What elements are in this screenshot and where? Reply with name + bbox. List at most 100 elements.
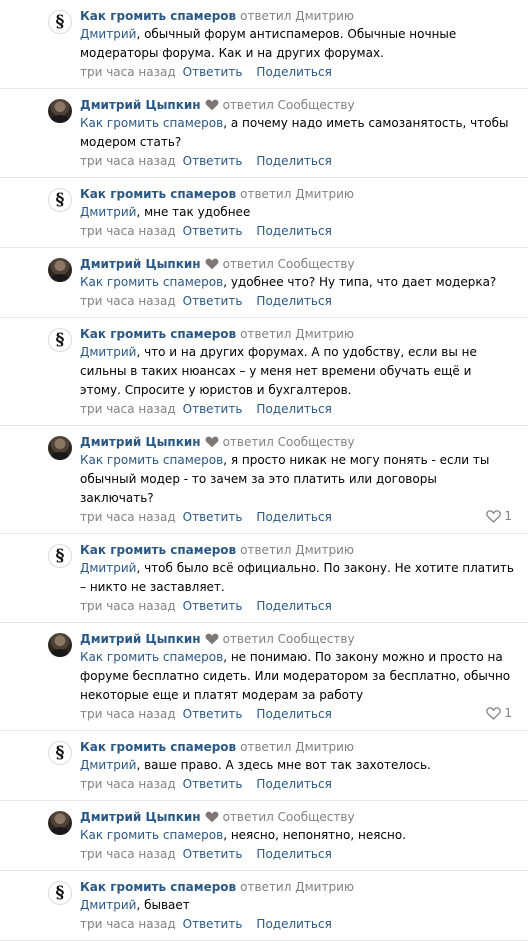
reply-target[interactable]: Дмитрию: [295, 543, 354, 557]
comment-text: Как громить спамеров, а почему надо имет…: [80, 113, 514, 152]
comment-text: Дмитрий, обычный форум антиспамеров. Обы…: [80, 24, 514, 63]
timestamp[interactable]: три часа назад: [80, 510, 176, 524]
author-name[interactable]: Дмитрий Цыпкин: [80, 98, 201, 112]
share-button[interactable]: Поделиться: [256, 224, 331, 238]
comment-body: , чтоб было всё официально. По закону. Н…: [80, 561, 514, 594]
mention-link[interactable]: Дмитрий: [80, 561, 136, 575]
reply-button[interactable]: Ответить: [183, 599, 243, 613]
share-button[interactable]: Поделиться: [256, 294, 331, 308]
comment-body: , что и на других форумах. А по удобству…: [80, 345, 477, 397]
timestamp[interactable]: три часа назад: [80, 154, 176, 168]
author-name[interactable]: Как громить спамеров: [80, 327, 236, 341]
timestamp[interactable]: три часа назад: [80, 917, 176, 931]
reply-button[interactable]: Ответить: [183, 510, 243, 524]
share-button[interactable]: Поделиться: [256, 154, 331, 168]
reply-button[interactable]: Ответить: [183, 707, 243, 721]
mention-link[interactable]: Дмитрий: [80, 758, 136, 772]
timestamp[interactable]: три часа назад: [80, 777, 176, 791]
reply-button[interactable]: Ответить: [183, 154, 243, 168]
replied-prefix: ответил: [240, 187, 292, 201]
paragraph-icon[interactable]: §: [48, 328, 72, 352]
share-button[interactable]: Поделиться: [256, 917, 331, 931]
share-button[interactable]: Поделиться: [256, 599, 331, 613]
timestamp[interactable]: три часа назад: [80, 847, 176, 861]
heart-outline-icon: [486, 707, 502, 720]
reply-target[interactable]: Сообществу: [278, 257, 355, 271]
share-button[interactable]: Поделиться: [256, 847, 331, 861]
reply-button[interactable]: Ответить: [183, 294, 243, 308]
author-name[interactable]: Как громить спамеров: [80, 187, 236, 201]
reply-target[interactable]: Сообществу: [278, 435, 355, 449]
comment-text: Дмитрий, что и на других форумах. А по у…: [80, 342, 514, 400]
reply-button[interactable]: Ответить: [183, 777, 243, 791]
heart-badge-icon: [205, 99, 219, 111]
reply-target[interactable]: Дмитрию: [295, 9, 354, 23]
reply-button[interactable]: Ответить: [183, 917, 243, 931]
reply-button[interactable]: Ответить: [183, 65, 243, 79]
reply-target[interactable]: Сообществу: [278, 810, 355, 824]
reply-button[interactable]: Ответить: [183, 402, 243, 416]
timestamp[interactable]: три часа назад: [80, 599, 176, 613]
reply-info: ответил Дмитрию: [240, 9, 354, 23]
mention-link[interactable]: Как громить спамеров: [80, 116, 223, 130]
share-button[interactable]: Поделиться: [256, 777, 331, 791]
reply-target[interactable]: Сообществу: [278, 98, 355, 112]
like-button[interactable]: 1: [486, 705, 512, 721]
timestamp[interactable]: три часа назад: [80, 65, 176, 79]
author-name[interactable]: Дмитрий Цыпкин: [80, 257, 201, 271]
user-avatar[interactable]: [48, 258, 72, 282]
reply-info: ответил Сообществу: [223, 810, 355, 824]
heart-badge-icon: [205, 633, 219, 645]
reply-target[interactable]: Дмитрию: [295, 740, 354, 754]
author-name[interactable]: Как громить спамеров: [80, 880, 236, 894]
author-name[interactable]: Дмитрий Цыпкин: [80, 810, 201, 824]
mention-link[interactable]: Как громить спамеров: [80, 650, 223, 664]
reply-target[interactable]: Дмитрию: [295, 187, 354, 201]
comment: § Как громить спамеров ответил Дмитрию Дм…: [0, 871, 528, 941]
reply-target[interactable]: Сообществу: [278, 632, 355, 646]
reply-button[interactable]: Ответить: [183, 847, 243, 861]
timestamp[interactable]: три часа назад: [80, 402, 176, 416]
user-avatar[interactable]: [48, 436, 72, 460]
timestamp[interactable]: три часа назад: [80, 224, 176, 238]
replied-prefix: ответил: [240, 327, 292, 341]
paragraph-icon[interactable]: §: [48, 188, 72, 212]
mention-link[interactable]: Как громить спамеров: [80, 275, 223, 289]
paragraph-icon[interactable]: §: [48, 881, 72, 905]
author-name[interactable]: Как громить спамеров: [80, 543, 236, 557]
comment-body: , обычный форум антиспамеров. Обычные но…: [80, 27, 457, 60]
mention-link[interactable]: Дмитрий: [80, 345, 136, 359]
user-avatar[interactable]: [48, 99, 72, 123]
reply-info: ответил Сообществу: [223, 257, 355, 271]
user-avatar[interactable]: [48, 811, 72, 835]
author-name[interactable]: Как громить спамеров: [80, 9, 236, 23]
mention-link[interactable]: Дмитрий: [80, 205, 136, 219]
reply-target[interactable]: Дмитрию: [295, 327, 354, 341]
like-button[interactable]: 1: [486, 508, 512, 524]
share-button[interactable]: Поделиться: [256, 707, 331, 721]
reply-target[interactable]: Дмитрию: [295, 880, 354, 894]
author-name[interactable]: Как громить спамеров: [80, 740, 236, 754]
author-name[interactable]: Дмитрий Цыпкин: [80, 435, 201, 449]
user-avatar[interactable]: [48, 633, 72, 657]
reply-button[interactable]: Ответить: [183, 224, 243, 238]
author-name[interactable]: Дмитрий Цыпкин: [80, 632, 201, 646]
paragraph-icon[interactable]: §: [48, 741, 72, 765]
comment-meta: три часа назад Ответить Поделиться 1: [80, 508, 514, 533]
share-button[interactable]: Поделиться: [256, 510, 331, 524]
reply-info: ответил Дмитрию: [240, 187, 354, 201]
timestamp[interactable]: три часа назад: [80, 294, 176, 308]
share-button[interactable]: Поделиться: [256, 402, 331, 416]
replied-prefix: ответил: [222, 257, 274, 271]
mention-link[interactable]: Дмитрий: [80, 27, 136, 41]
paragraph-icon[interactable]: §: [48, 544, 72, 568]
mention-link[interactable]: Как громить спамеров: [80, 828, 223, 842]
mention-link[interactable]: Дмитрий: [80, 898, 136, 912]
comment-header: Как громить спамеров ответил Дмитрию: [80, 879, 514, 895]
comment-meta: три часа назад Ответить Поделиться: [80, 845, 514, 870]
timestamp[interactable]: три часа назад: [80, 707, 176, 721]
mention-link[interactable]: Как громить спамеров: [80, 453, 223, 467]
paragraph-icon[interactable]: §: [48, 10, 72, 34]
share-button[interactable]: Поделиться: [256, 65, 331, 79]
replied-prefix: ответил: [240, 543, 292, 557]
